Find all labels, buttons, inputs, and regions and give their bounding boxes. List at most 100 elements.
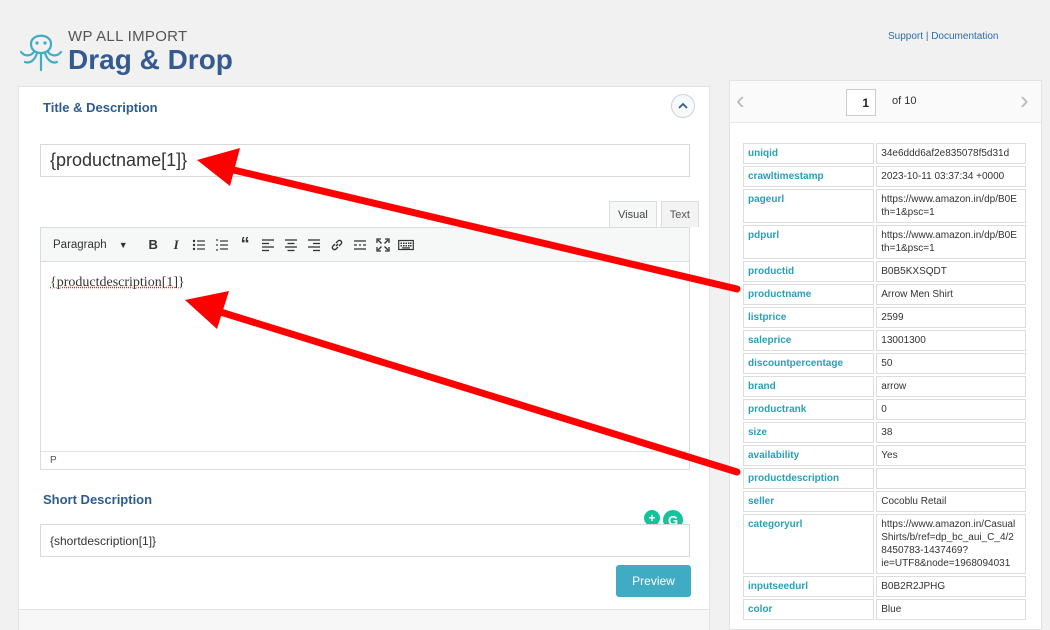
field-value[interactable]: [876, 468, 1026, 489]
field-key[interactable]: pdpurl: [743, 225, 875, 259]
field-key[interactable]: productrank: [743, 399, 875, 420]
format-select-value: Paragraph: [53, 238, 107, 251]
editor-status-path: P: [41, 451, 689, 469]
description-placeholder-text: {productdescription[1]}: [50, 275, 185, 290]
table-row: size 38: [743, 422, 1026, 443]
description-editor: Paragraph ▼ B I “ {productdescription[1]…: [40, 227, 690, 470]
keyboard-icon[interactable]: [397, 234, 416, 256]
record-pager: ‹ 1 of 10 ›: [730, 81, 1041, 123]
field-value[interactable]: https://www.amazon.in/dp/B0E th=1&psc=1: [876, 225, 1026, 259]
chevron-left-icon[interactable]: ‹: [736, 85, 745, 116]
table-row: discountpercentage 50: [743, 353, 1026, 374]
table-row: brand arrow: [743, 376, 1026, 397]
tab-text[interactable]: Text: [660, 201, 699, 227]
table-row: saleprice 13001300: [743, 330, 1026, 351]
bullet-list-icon[interactable]: [190, 234, 209, 256]
caret-down-icon: ▼: [118, 239, 128, 250]
table-row: availability Yes: [743, 445, 1026, 466]
editor-toolbar: Paragraph ▼ B I “: [41, 228, 689, 262]
table-row: productrank 0: [743, 399, 1026, 420]
table-row: crawltimestamp 2023-10-11 03:37:34 +0000: [743, 166, 1026, 187]
link-separator: |: [925, 31, 929, 42]
align-right-icon[interactable]: [305, 234, 324, 256]
table-row: listprice 2599: [743, 307, 1026, 328]
title-input[interactable]: {productname[1]}: [40, 144, 690, 177]
brand-subtitle: WP ALL IMPORT: [68, 28, 188, 45]
table-row: inputseedurl B0B2R2JPHG: [743, 576, 1026, 597]
field-value[interactable]: arrow: [876, 376, 1026, 397]
field-key[interactable]: productid: [743, 261, 875, 282]
field-key[interactable]: listprice: [743, 307, 875, 328]
field-key[interactable]: inputseedurl: [743, 576, 875, 597]
field-value[interactable]: 34e6ddd6af2e835078f5d31d: [876, 143, 1026, 164]
field-value[interactable]: Yes: [876, 445, 1026, 466]
field-key[interactable]: saleprice: [743, 330, 875, 351]
field-key[interactable]: brand: [743, 376, 875, 397]
field-value[interactable]: Arrow Men Shirt: [876, 284, 1026, 305]
field-key[interactable]: pageurl: [743, 189, 875, 223]
field-key[interactable]: productdescription: [743, 468, 875, 489]
short-description-input[interactable]: {shortdescription[1]}: [40, 524, 690, 557]
field-value[interactable]: 2599: [876, 307, 1026, 328]
field-key[interactable]: crawltimestamp: [743, 166, 875, 187]
record-preview-panel: ‹ 1 of 10 › uniqid 34e6ddd6af2e835078f5d3…: [729, 80, 1042, 630]
table-row: categoryurl https://www.amazon.in/Casual …: [743, 514, 1026, 574]
read-more-icon[interactable]: [351, 234, 370, 256]
table-row: uniqid 34e6ddd6af2e835078f5d31d: [743, 143, 1026, 164]
bold-icon[interactable]: B: [144, 234, 163, 256]
align-left-icon[interactable]: [259, 234, 278, 256]
documentation-link[interactable]: Documentation: [931, 31, 998, 42]
field-value[interactable]: 50: [876, 353, 1026, 374]
field-value[interactable]: https://www.amazon.in/Casual Shirts/b/re…: [876, 514, 1026, 574]
editor-mode-tabs: Visual Text: [605, 201, 699, 227]
record-number-input[interactable]: 1: [846, 89, 876, 116]
table-row: productname Arrow Men Shirt: [743, 284, 1026, 305]
section-heading-short-description: Short Description: [43, 492, 153, 507]
field-value[interactable]: B0B5KXSQDT: [876, 261, 1026, 282]
collapse-button[interactable]: [671, 94, 695, 118]
chevron-right-icon[interactable]: ›: [1020, 85, 1029, 116]
tab-visual[interactable]: Visual: [609, 201, 657, 227]
table-row: productdescription: [743, 468, 1026, 489]
title-description-panel: Title & Description {productname[1]} Vis…: [18, 86, 710, 630]
field-value[interactable]: 0: [876, 399, 1026, 420]
field-key[interactable]: size: [743, 422, 875, 443]
field-key[interactable]: seller: [743, 491, 875, 512]
field-value[interactable]: Blue: [876, 599, 1026, 620]
field-key[interactable]: uniqid: [743, 143, 875, 164]
field-value[interactable]: 13001300: [876, 330, 1026, 351]
preview-button[interactable]: Preview: [616, 565, 691, 597]
fullscreen-icon[interactable]: [374, 234, 393, 256]
field-key[interactable]: discountpercentage: [743, 353, 875, 374]
top-links: Support | Documentation: [888, 31, 998, 42]
support-link[interactable]: Support: [888, 31, 923, 42]
italic-icon[interactable]: I: [167, 234, 186, 256]
table-row: pdpurl https://www.amazon.in/dp/B0E th=1&…: [743, 225, 1026, 259]
record-fields-table: uniqid 34e6ddd6af2e835078f5d31d crawltime…: [741, 141, 1028, 622]
field-value[interactable]: Cocoblu Retail: [876, 491, 1026, 512]
table-row: seller Cocoblu Retail: [743, 491, 1026, 512]
field-key[interactable]: color: [743, 599, 875, 620]
field-key[interactable]: availability: [743, 445, 875, 466]
chevron-up-icon: [678, 102, 688, 109]
format-select[interactable]: Paragraph ▼: [47, 234, 134, 256]
section-heading-title-description: Title & Description: [43, 100, 158, 115]
table-row: color Blue: [743, 599, 1026, 620]
record-count-label: of 10: [892, 95, 917, 107]
panel-footer-divider: [19, 609, 709, 630]
field-value[interactable]: B0B2R2JPHG: [876, 576, 1026, 597]
field-value[interactable]: 38: [876, 422, 1026, 443]
align-center-icon[interactable]: [282, 234, 301, 256]
table-row: pageurl https://www.amazon.in/dp/B0E th=1…: [743, 189, 1026, 223]
field-value[interactable]: https://www.amazon.in/dp/B0E th=1&psc=1: [876, 189, 1026, 223]
field-key[interactable]: categoryurl: [743, 514, 875, 574]
octopus-logo-icon: [19, 34, 63, 72]
numbered-list-icon[interactable]: [213, 234, 232, 256]
field-value[interactable]: 2023-10-11 03:37:34 +0000: [876, 166, 1026, 187]
link-icon[interactable]: [328, 234, 347, 256]
table-row: productid B0B5KXSQDT: [743, 261, 1026, 282]
editor-content-area[interactable]: {productdescription[1]}: [41, 262, 689, 452]
field-key[interactable]: productname: [743, 284, 875, 305]
blockquote-icon[interactable]: “: [236, 234, 255, 256]
brand-title: Drag & Drop: [68, 44, 233, 75]
